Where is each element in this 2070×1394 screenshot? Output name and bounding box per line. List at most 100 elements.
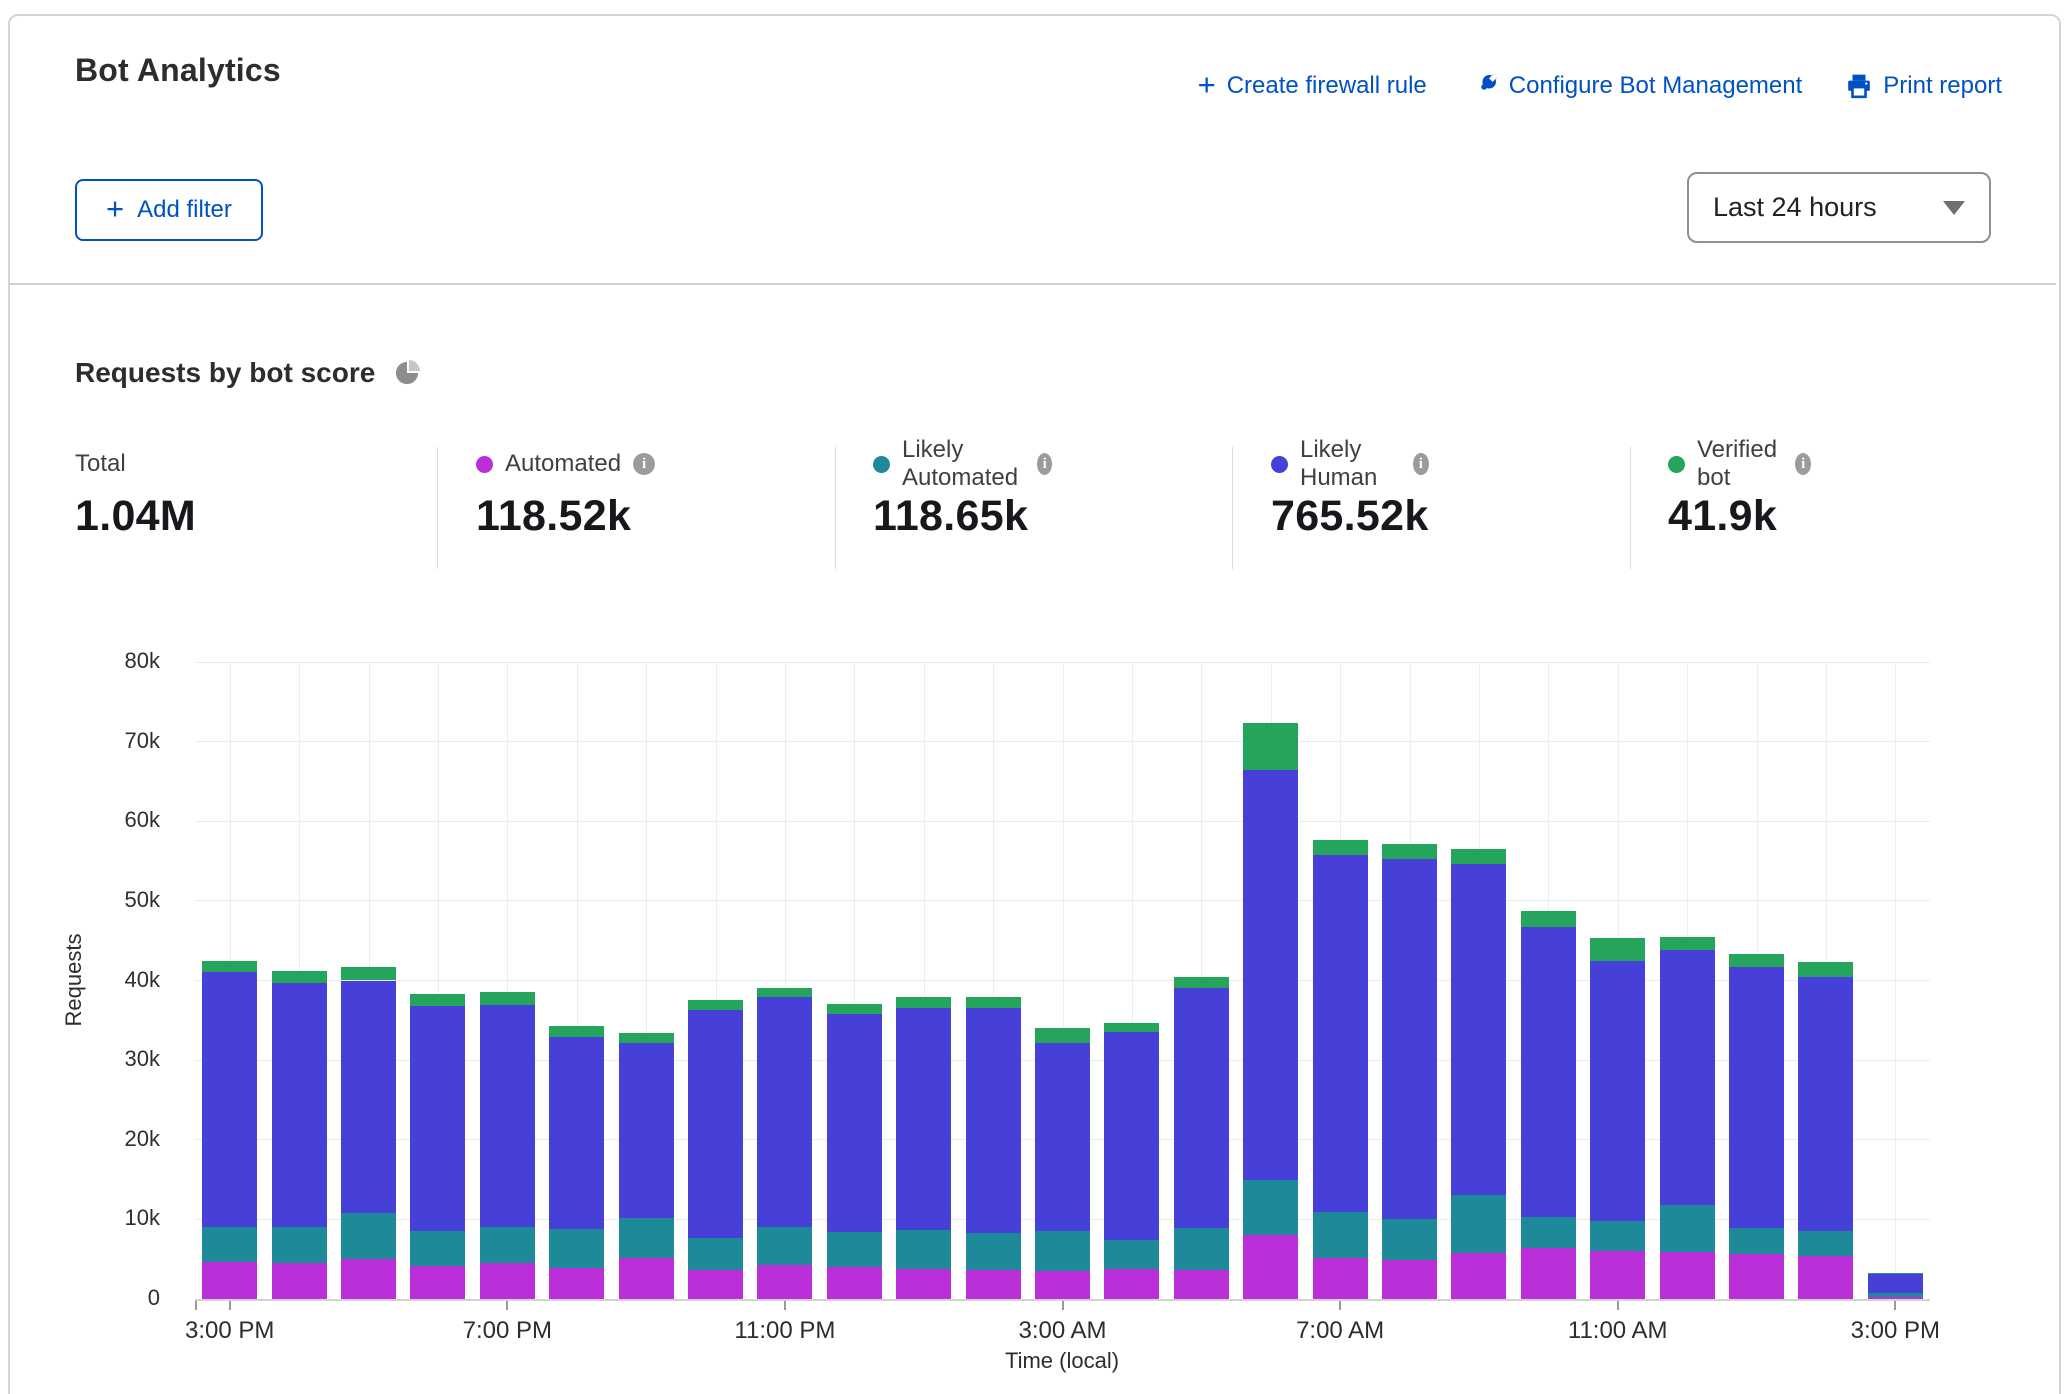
bar-segment-automated[interactable] (1313, 1258, 1368, 1299)
bar-segment-verified-bot[interactable] (896, 997, 951, 1007)
bar-segment-likely-human[interactable] (1104, 1032, 1159, 1240)
bar-segment-likely-human[interactable] (341, 981, 396, 1214)
bar-segment-verified-bot[interactable] (1104, 1023, 1159, 1032)
bar-segment-automated[interactable] (688, 1270, 743, 1299)
bar-segment-verified-bot[interactable] (1174, 977, 1229, 988)
bar-segment-automated[interactable] (827, 1267, 882, 1299)
bar-segment-verified-bot[interactable] (1035, 1028, 1090, 1043)
bar-segment-likely-automated[interactable] (1729, 1228, 1784, 1254)
bar-segment-automated[interactable] (341, 1259, 396, 1299)
bar-segment-likely-human[interactable] (827, 1014, 882, 1232)
bar-segment-likely-automated[interactable] (410, 1231, 465, 1266)
x-tick-label: 7:00 AM (1260, 1317, 1420, 1345)
bar-segment-likely-automated[interactable] (1660, 1205, 1715, 1252)
bar-segment-automated[interactable] (202, 1262, 257, 1299)
bar-segment-verified-bot[interactable] (272, 971, 327, 983)
bar-segment-likely-automated[interactable] (1104, 1240, 1159, 1269)
bar-segment-likely-automated[interactable] (1868, 1293, 1923, 1296)
bar-segment-automated[interactable] (896, 1269, 951, 1299)
bar-segment-likely-automated[interactable] (1313, 1212, 1368, 1258)
bar-segment-verified-bot[interactable] (480, 992, 535, 1005)
bar-segment-likely-human[interactable] (966, 1008, 1021, 1233)
bar-segment-likely-automated[interactable] (757, 1227, 812, 1264)
bar-segment-verified-bot[interactable] (1590, 938, 1645, 961)
bar-segment-likely-automated[interactable] (341, 1213, 396, 1259)
bar-segment-likely-human[interactable] (1729, 967, 1784, 1228)
bar-segment-likely-automated[interactable] (619, 1218, 674, 1259)
bar-segment-likely-human[interactable] (896, 1008, 951, 1230)
bar-segment-verified-bot[interactable] (1313, 840, 1368, 855)
bar-segment-automated[interactable] (1451, 1253, 1506, 1299)
bar-segment-automated[interactable] (1729, 1254, 1784, 1299)
bar-segment-likely-human[interactable] (480, 1005, 535, 1227)
bar-segment-verified-bot[interactable] (1451, 849, 1506, 864)
bar-segment-likely-human[interactable] (202, 972, 257, 1228)
bar-segment-likely-human[interactable] (1382, 859, 1437, 1219)
bar-segment-automated[interactable] (1660, 1252, 1715, 1299)
bar-segment-automated[interactable] (1243, 1235, 1298, 1299)
bar-segment-likely-automated[interactable] (688, 1238, 743, 1271)
bar-segment-verified-bot[interactable] (1660, 937, 1715, 951)
bar-segment-automated[interactable] (549, 1268, 604, 1299)
bar-segment-likely-human[interactable] (1035, 1043, 1090, 1231)
bar-segment-likely-automated[interactable] (1382, 1219, 1437, 1260)
bar-segment-verified-bot[interactable] (410, 994, 465, 1006)
bar-segment-automated[interactable] (757, 1265, 812, 1299)
bar-segment-likely-human[interactable] (1174, 988, 1229, 1228)
bar-segment-likely-automated[interactable] (896, 1230, 951, 1269)
bar-segment-verified-bot[interactable] (549, 1026, 604, 1037)
bar-segment-verified-bot[interactable] (966, 997, 1021, 1007)
bar-segment-likely-automated[interactable] (1521, 1217, 1576, 1248)
bar-segment-automated[interactable] (1382, 1260, 1437, 1299)
bar-segment-verified-bot[interactable] (202, 961, 257, 972)
bar-segment-likely-automated[interactable] (827, 1232, 882, 1267)
bar-segment-verified-bot[interactable] (341, 967, 396, 981)
bar-segment-likely-human[interactable] (1451, 864, 1506, 1195)
bar-segment-likely-automated[interactable] (966, 1233, 1021, 1270)
bar-segment-likely-human[interactable] (1521, 927, 1576, 1217)
bar-segment-likely-human[interactable] (549, 1037, 604, 1229)
bar-segment-likely-automated[interactable] (1174, 1228, 1229, 1270)
bar-segment-verified-bot[interactable] (619, 1033, 674, 1043)
bar-segment-automated[interactable] (1174, 1270, 1229, 1299)
bar-segment-verified-bot[interactable] (827, 1004, 882, 1014)
bar-segment-likely-human[interactable] (619, 1043, 674, 1218)
bar-segment-likely-human[interactable] (410, 1006, 465, 1231)
bar-segment-likely-automated[interactable] (1243, 1180, 1298, 1235)
bar-segment-verified-bot[interactable] (757, 988, 812, 997)
bar-segment-verified-bot[interactable] (1729, 954, 1784, 967)
bar-segment-automated[interactable] (1035, 1271, 1090, 1299)
bar-segment-verified-bot[interactable] (1243, 723, 1298, 770)
bar-segment-automated[interactable] (1798, 1256, 1853, 1299)
bar-segment-automated[interactable] (1590, 1251, 1645, 1299)
bar-segment-verified-bot[interactable] (1382, 844, 1437, 860)
bar-segment-likely-human[interactable] (272, 983, 327, 1227)
bar-segment-likely-human[interactable] (1243, 770, 1298, 1180)
bar-segment-automated[interactable] (1521, 1248, 1576, 1299)
bar-segment-automated[interactable] (410, 1266, 465, 1299)
bar-segment-verified-bot[interactable] (1798, 962, 1853, 977)
bar-segment-automated[interactable] (1104, 1269, 1159, 1299)
bar-segment-automated[interactable] (619, 1258, 674, 1299)
bar-segment-verified-bot[interactable] (1521, 911, 1576, 927)
bar-segment-automated[interactable] (480, 1263, 535, 1299)
bar-segment-automated[interactable] (272, 1263, 327, 1299)
bar-segment-verified-bot[interactable] (1868, 1273, 1923, 1274)
bar-segment-likely-human[interactable] (1590, 961, 1645, 1221)
bar-segment-likely-human[interactable] (1313, 855, 1368, 1213)
bar-segment-likely-human[interactable] (757, 997, 812, 1227)
bar-segment-likely-automated[interactable] (549, 1229, 604, 1268)
bar-segment-likely-automated[interactable] (1590, 1221, 1645, 1251)
bar-segment-likely-automated[interactable] (1451, 1195, 1506, 1252)
bar-segment-likely-human[interactable] (688, 1010, 743, 1238)
bar-segment-likely-human[interactable] (1660, 950, 1715, 1205)
bar-segment-likely-automated[interactable] (202, 1227, 257, 1262)
bar-segment-likely-human[interactable] (1798, 977, 1853, 1231)
bar-segment-likely-automated[interactable] (1035, 1231, 1090, 1271)
bar-segment-likely-human[interactable] (1868, 1274, 1923, 1294)
bar-segment-likely-automated[interactable] (1798, 1231, 1853, 1256)
bar-segment-likely-automated[interactable] (272, 1227, 327, 1263)
bar-segment-likely-automated[interactable] (480, 1227, 535, 1263)
bar-segment-automated[interactable] (966, 1270, 1021, 1299)
bar-segment-verified-bot[interactable] (688, 1000, 743, 1010)
